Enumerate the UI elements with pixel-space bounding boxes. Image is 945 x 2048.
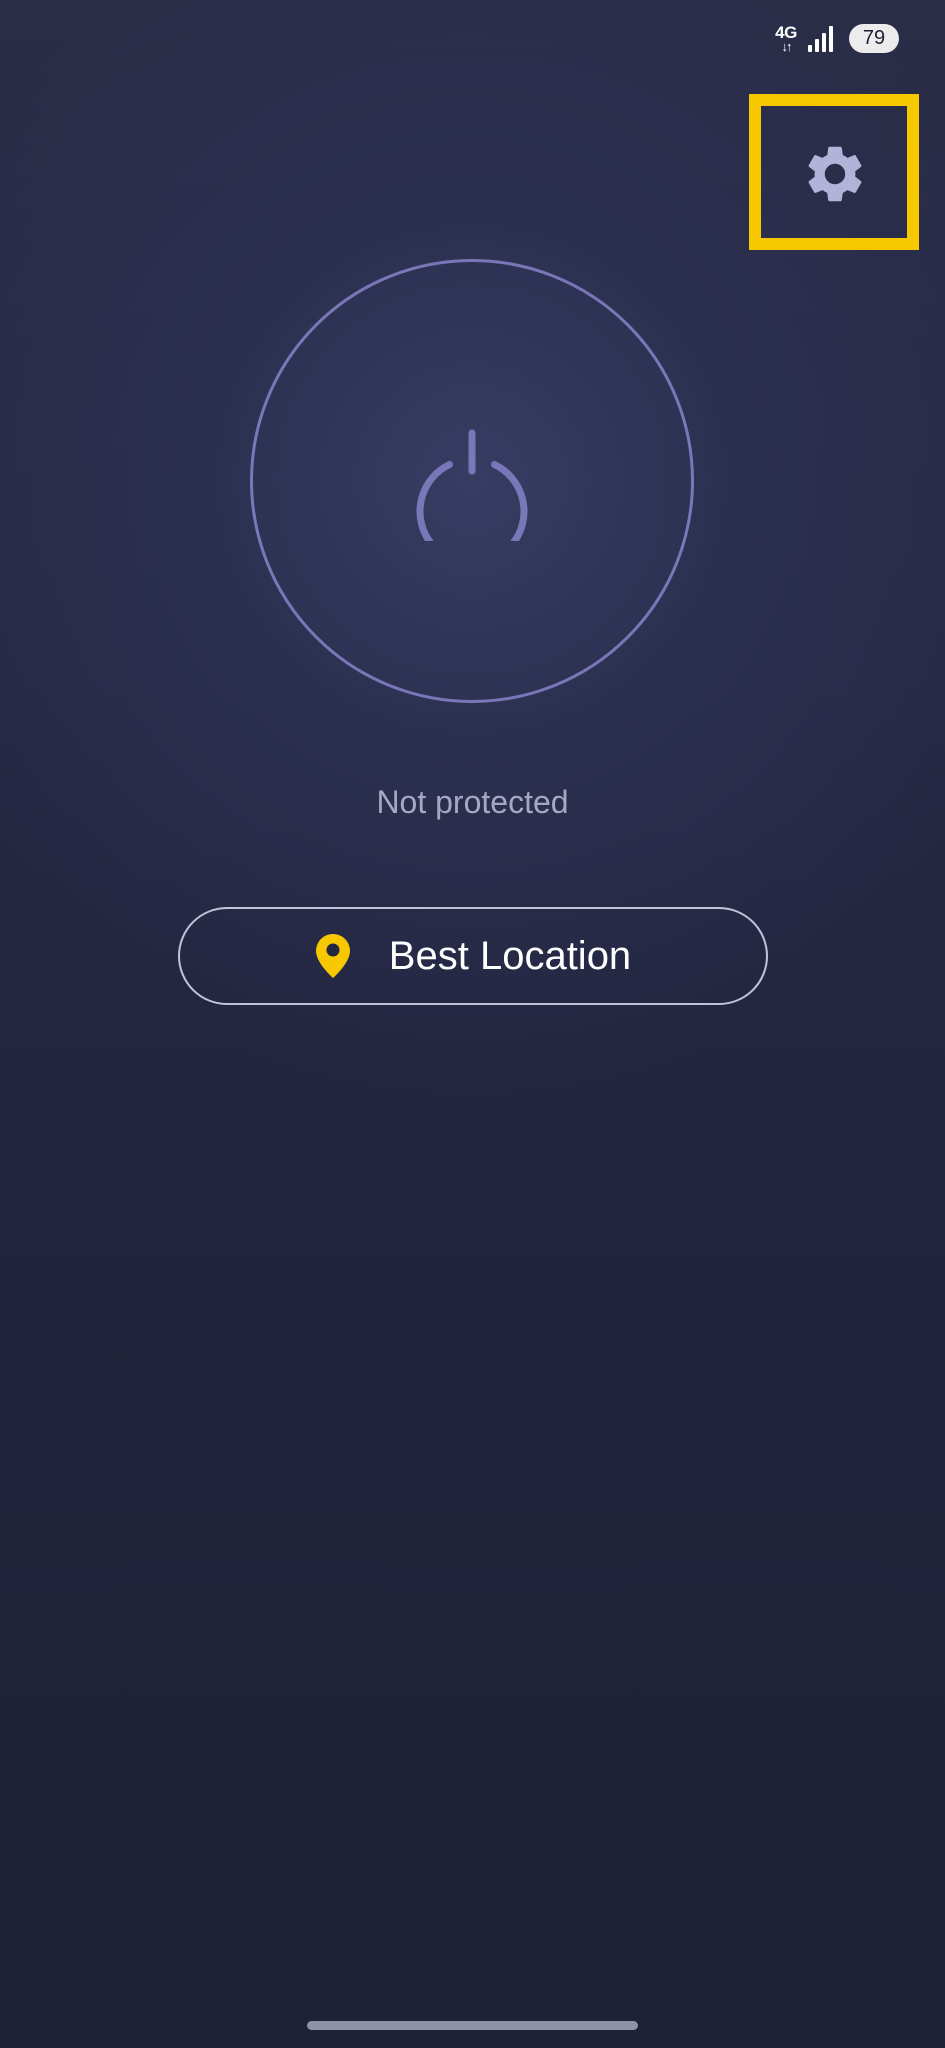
status-bar: 4G ↓↑ 79 xyxy=(773,24,899,53)
connection-status-text: Not protected xyxy=(376,784,569,820)
network-type-indicator: 4G ↓↑ xyxy=(773,24,799,53)
power-icon xyxy=(412,421,532,541)
data-arrows-icon: ↓↑ xyxy=(781,39,793,54)
location-selector-button[interactable]: Best Location xyxy=(178,907,768,1005)
location-label: Best Location xyxy=(388,933,632,978)
settings-button[interactable] xyxy=(785,128,885,224)
gear-icon xyxy=(801,140,869,213)
vpn-home-screen: 4G ↓↑ 79 Not protected Best Location xyxy=(0,0,945,2048)
battery-indicator: 79 xyxy=(849,24,899,53)
signal-bars-icon xyxy=(807,25,835,53)
battery-level: 79 xyxy=(862,27,886,49)
connect-power-button[interactable] xyxy=(250,259,694,703)
location-pin-icon xyxy=(315,933,351,979)
home-indicator-bar[interactable] xyxy=(307,2021,638,2030)
